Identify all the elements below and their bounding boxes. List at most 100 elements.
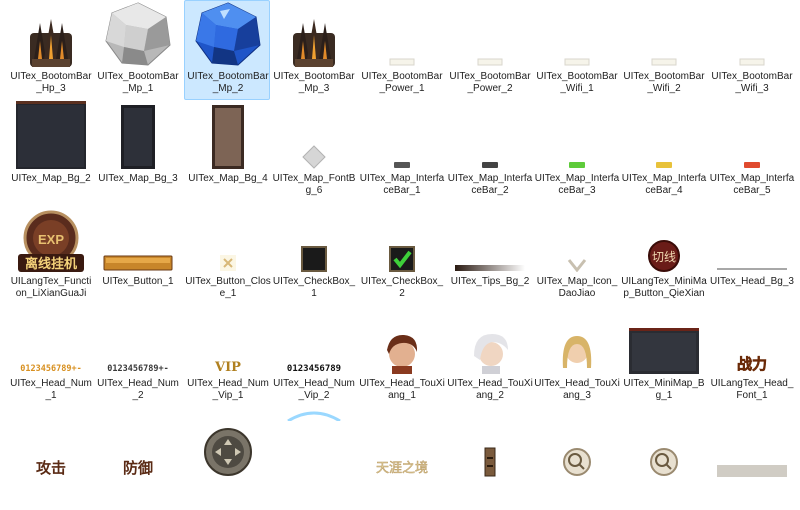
file-name-label: UITex_Map_InterfaceBar_3 bbox=[534, 173, 620, 196]
digit-strip-gold-icon: 0123456789+- bbox=[8, 308, 94, 376]
file-name-label: UITex_CheckBox_2 bbox=[360, 276, 444, 299]
file-name-label: UITex_Map_Bg_3 bbox=[98, 173, 178, 184]
file-item[interactable]: UITex_Map_InterfaceBar_4 bbox=[620, 102, 706, 202]
file-item[interactable]: 天涯之境 bbox=[358, 410, 444, 510]
file-item[interactable]: UITex_Map_InterfaceBar_3 bbox=[533, 102, 619, 202]
diamond-icon bbox=[271, 103, 357, 171]
file-item[interactable]: UITex_MiniMap_Bg_1 bbox=[620, 307, 706, 407]
file-item[interactable] bbox=[708, 410, 794, 510]
file-name-label: UITex_MiniMap_Bg_1 bbox=[623, 378, 705, 401]
file-item[interactable]: UITex_CheckBox_2 bbox=[358, 205, 444, 305]
file-item[interactable] bbox=[184, 410, 270, 510]
file-item[interactable]: UITex_Button_Close_1 bbox=[184, 205, 271, 305]
file-item[interactable]: UITex_Map_Bg_2 bbox=[7, 101, 94, 202]
file-item[interactable]: UITex_BootomBar_Hp_3 bbox=[7, 0, 93, 100]
file-item[interactable]: UITex_Head_TouXiang_3 bbox=[533, 307, 620, 407]
small-bar-icon bbox=[359, 1, 445, 69]
silver-gem-icon bbox=[95, 1, 181, 69]
file-item[interactable] bbox=[620, 410, 706, 510]
file-name-label: UITex_BootomBar_Wifi_2 bbox=[623, 71, 705, 94]
file-item[interactable]: UITex_CheckBox_1 bbox=[270, 205, 356, 305]
blue-gem-icon bbox=[185, 1, 271, 69]
map-panel-dark-icon bbox=[8, 101, 94, 171]
attack-text-icon: 攻击 bbox=[8, 411, 94, 479]
file-item[interactable]: EXP 离线挂机 UILangTex_Function_LiXianGuaJi bbox=[7, 205, 93, 305]
spiked-gauntlet-icon bbox=[271, 1, 357, 69]
checkbox-empty-icon bbox=[271, 206, 357, 274]
file-item[interactable]: UITex_BootomBar_Mp_3 bbox=[270, 0, 356, 100]
file-item[interactable]: UITex_Head_Bg_3 bbox=[708, 205, 794, 305]
file-item[interactable]: UITex_BootomBar_Mp_2 bbox=[184, 0, 270, 100]
panel-strip-icon bbox=[709, 411, 795, 479]
file-item[interactable]: 0123456789 UITex_Head_Num_Vip_2 bbox=[270, 307, 356, 407]
file-item[interactable]: UITex_BootomBar_Power_2 bbox=[446, 0, 532, 100]
file-item[interactable]: UITex_Map_InterfaceBar_1 bbox=[358, 102, 444, 202]
svg-text:切线: 切线 bbox=[652, 250, 676, 264]
file-item[interactable]: UITex_BootomBar_Wifi_3 bbox=[708, 0, 794, 100]
bar-dark-icon bbox=[359, 103, 445, 171]
brown-slider-icon bbox=[447, 411, 533, 479]
file-item[interactable]: UITex_Map_FontBg_6 bbox=[270, 102, 356, 202]
file-item[interactable]: UITex_BootomBar_Wifi_1 bbox=[533, 0, 619, 100]
file-name-label: UITex_BootomBar_Power_1 bbox=[361, 71, 443, 94]
file-item[interactable]: UITex_Map_InterfaceBar_5 bbox=[708, 102, 794, 202]
file-name-label: UITex_BootomBar_Power_2 bbox=[449, 71, 531, 94]
small-bar-icon bbox=[447, 1, 533, 69]
file-name-label: UITex_Head_TouXiang_1 bbox=[359, 378, 445, 401]
combat-power-text-icon: 战力 bbox=[709, 308, 795, 376]
digit-strip-dark-icon: 0123456789+- bbox=[95, 308, 181, 376]
file-item[interactable]: UITex_Head_TouXiang_1 bbox=[358, 307, 445, 407]
file-item[interactable]: 防御 bbox=[94, 410, 180, 510]
file-item[interactable]: UITex_Map_InterfaceBar_2 bbox=[446, 102, 532, 202]
file-name-label: UITex_Head_Num_Vip_2 bbox=[273, 378, 355, 401]
file-item[interactable]: UITex_Map_Icon_DaoJiao bbox=[533, 205, 619, 305]
file-name-label: UITex_BootomBar_Hp_3 bbox=[10, 71, 92, 94]
small-bar-icon bbox=[709, 1, 795, 69]
switch-line-button-icon: 切线 bbox=[621, 206, 707, 274]
spiked-gauntlet-icon bbox=[8, 1, 94, 69]
file-item[interactable] bbox=[533, 410, 619, 510]
file-item[interactable]: UITex_Tips_Bg_2 bbox=[446, 205, 532, 305]
file-item[interactable]: 0123456789+- UITex_Head_Num_1 bbox=[7, 307, 93, 407]
file-item[interactable]: 战力 UILangTex_Head_Font_1 bbox=[708, 307, 794, 407]
file-name-label: UITex_Button_Close_1 bbox=[185, 276, 271, 299]
map-panel-narrow-icon bbox=[95, 103, 181, 171]
map-panel-brown-icon bbox=[185, 103, 271, 171]
file-name-label: UITex_Map_Bg_4 bbox=[188, 173, 268, 184]
file-item[interactable]: UITex_Map_Bg_3 bbox=[94, 102, 180, 202]
file-name-label: UILangTex_MiniMap_Button_QieXian bbox=[621, 276, 707, 299]
gradient-bar-icon bbox=[447, 206, 533, 274]
file-item[interactable]: UITex_Map_Bg_4 bbox=[184, 102, 270, 202]
file-item[interactable]: UITex_BootomBar_Wifi_2 bbox=[620, 0, 706, 100]
bar-red-icon bbox=[709, 103, 795, 171]
file-item[interactable]: 切线 UILangTex_MiniMap_Button_QieXian bbox=[620, 205, 707, 305]
zoom-out-icon bbox=[621, 411, 707, 479]
file-item[interactable]: UITex_Head_TouXiang_2 bbox=[446, 307, 533, 407]
file-item[interactable]: UITex_Button_1 bbox=[94, 205, 180, 305]
file-name-label: UITex_BootomBar_Mp_3 bbox=[273, 71, 355, 94]
file-item[interactable]: 0123456789+- UITex_Head_Num_2 bbox=[94, 307, 180, 407]
file-item[interactable]: UITex_BootomBar_Power_1 bbox=[358, 0, 444, 100]
file-name-label: UITex_Map_Bg_2 bbox=[11, 173, 91, 184]
joystick-icon bbox=[185, 411, 271, 479]
file-item[interactable] bbox=[446, 410, 532, 510]
file-item[interactable]: VIP UITex_Head_Num_Vip_1 bbox=[184, 307, 270, 407]
file-name-label: UITex_Head_Num_2 bbox=[97, 378, 179, 401]
file-item[interactable]: UITex_BootomBar_Mp_1 bbox=[94, 0, 180, 100]
file-name-label: UITex_Map_FontBg_6 bbox=[272, 173, 356, 196]
file-name-label: UITex_Map_InterfaceBar_1 bbox=[359, 173, 445, 196]
bar-green-icon bbox=[534, 103, 620, 171]
svg-text:VIP: VIP bbox=[214, 360, 241, 374]
file-name-label: UITex_Map_InterfaceBar_4 bbox=[621, 173, 707, 196]
offline-hangup-emblem-icon: EXP 离线挂机 bbox=[8, 206, 94, 274]
file-item[interactable] bbox=[270, 410, 356, 510]
file-name-label: UITex_BootomBar_Mp_2 bbox=[187, 71, 269, 94]
gold-button-bar-icon bbox=[95, 206, 181, 274]
vip-label-icon: VIP bbox=[185, 308, 271, 376]
small-bar-icon bbox=[534, 1, 620, 69]
bar-dark-icon bbox=[447, 103, 533, 171]
file-item[interactable]: 攻击 bbox=[7, 410, 93, 510]
file-name-label: UITex_Map_Icon_DaoJiao bbox=[536, 276, 618, 299]
svg-text:攻击: 攻击 bbox=[36, 459, 66, 477]
svg-text:防御: 防御 bbox=[123, 459, 153, 477]
